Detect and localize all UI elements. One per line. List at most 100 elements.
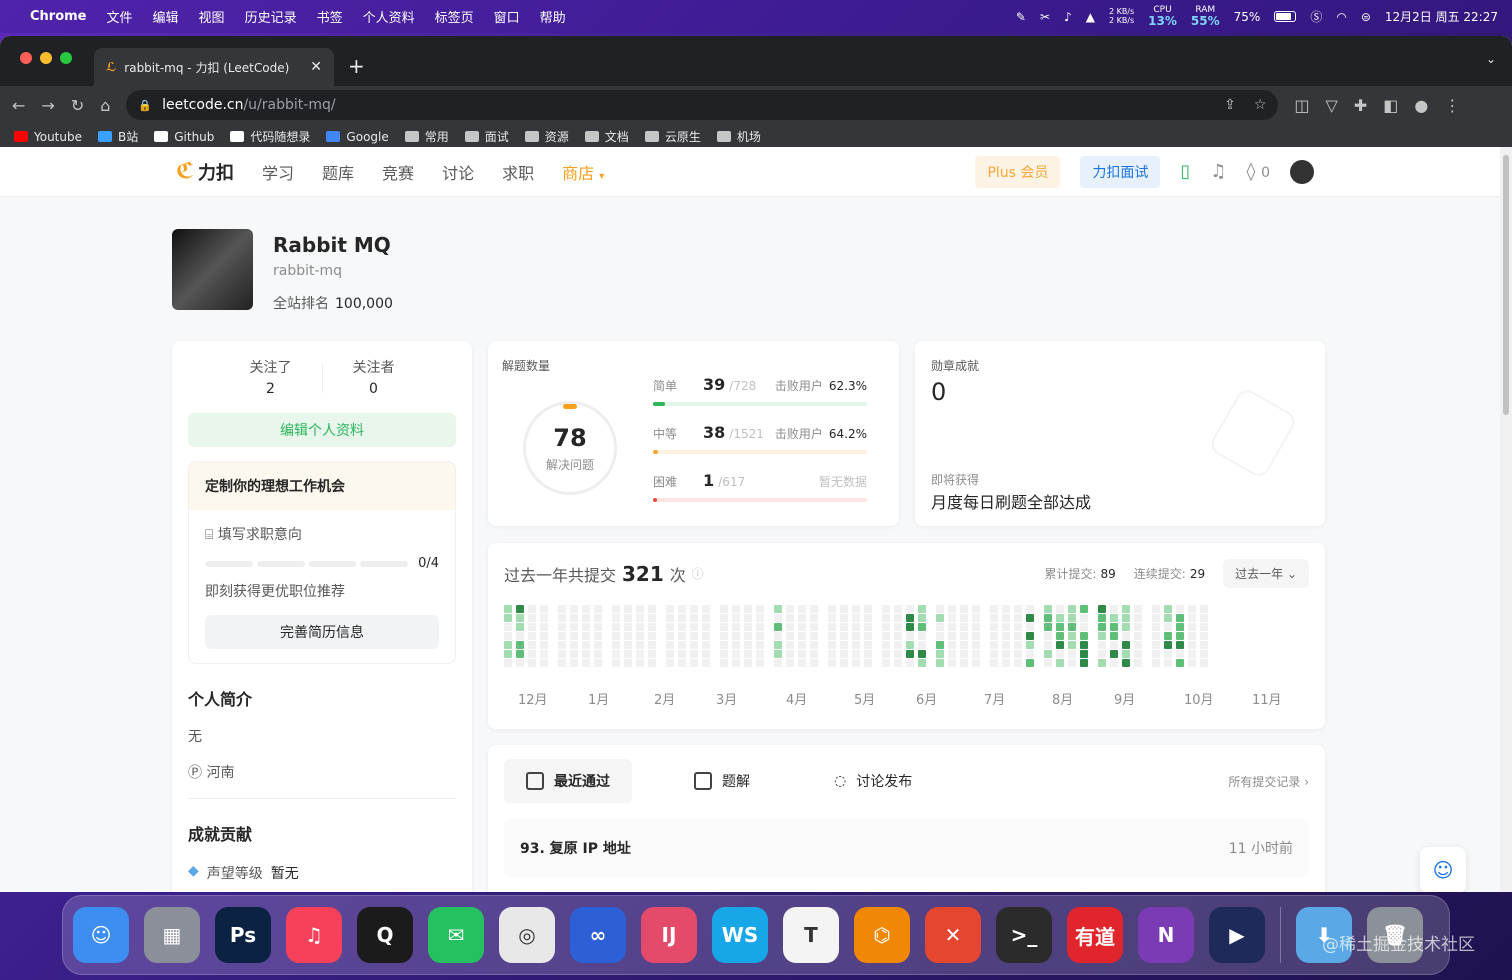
heatmap-cell[interactable] [1110, 650, 1118, 658]
heatmap-cell[interactable] [786, 605, 794, 613]
heatmap-cell[interactable] [972, 659, 980, 667]
heatmap-cell[interactable] [702, 614, 710, 622]
share-icon[interactable]: ⇪ [1224, 97, 1236, 113]
heatmap-cell[interactable] [948, 659, 956, 667]
heatmap-cell[interactable] [918, 614, 926, 622]
typora-icon[interactable]: T [783, 907, 839, 963]
heatmap-cell[interactable] [570, 650, 578, 658]
back-icon[interactable]: ← [12, 96, 25, 115]
heatmap-cell[interactable] [840, 659, 848, 667]
heatmap-cell[interactable] [918, 632, 926, 640]
heatmap-cell[interactable] [936, 632, 944, 640]
heatmap-cell[interactable] [732, 605, 740, 613]
heatmap-cell[interactable] [882, 605, 890, 613]
heatmap-cell[interactable] [906, 623, 914, 631]
heatmap-cell[interactable] [1200, 650, 1208, 658]
nav-learn[interactable]: 学习 [262, 160, 294, 184]
heatmap-cell[interactable] [1080, 605, 1088, 613]
heatmap-cell[interactable] [1080, 641, 1088, 649]
heatmap-cell[interactable] [1188, 614, 1196, 622]
heatmap-cell[interactable] [1056, 623, 1064, 631]
heatmap-cell[interactable] [1014, 614, 1022, 622]
menubar-clock[interactable]: 12月2日 周五 22:27 [1385, 8, 1498, 25]
tab-solutions[interactable]: 题解 [672, 759, 772, 803]
heatmap-cell[interactable] [906, 650, 914, 658]
scissors-icon[interactable]: ✂ [1040, 10, 1050, 24]
heatmap-cell[interactable] [960, 641, 968, 649]
heatmap-cell[interactable] [594, 614, 602, 622]
heatmap-cell[interactable] [960, 623, 968, 631]
heatmap-cell[interactable] [1110, 614, 1118, 622]
heatmap-cell[interactable] [828, 659, 836, 667]
heatmap-cell[interactable] [918, 623, 926, 631]
menubar-app-name[interactable]: Chrome [30, 9, 87, 24]
player-icon[interactable]: ▶ [1209, 907, 1265, 963]
xmind-icon[interactable]: ✕ [925, 907, 981, 963]
heatmap-cell[interactable] [774, 659, 782, 667]
bookmark-7[interactable]: 资源 [524, 128, 569, 145]
heatmap-cell[interactable] [1044, 659, 1052, 667]
nav-discuss[interactable]: 讨论 [442, 160, 474, 184]
heatmap-cell[interactable] [666, 623, 674, 631]
heatmap-cell[interactable] [786, 623, 794, 631]
followers-stat[interactable]: 关注者 0 [353, 357, 395, 399]
heatmap-cell[interactable] [1200, 605, 1208, 613]
lock-icon[interactable]: 🔒 [138, 99, 152, 112]
heatmap-cell[interactable] [1026, 659, 1034, 667]
heatmap-cell[interactable] [1200, 623, 1208, 631]
interview-button[interactable]: 力扣面试 [1080, 155, 1161, 188]
battery-icon[interactable] [1274, 11, 1297, 22]
heatmap-cell[interactable] [1068, 614, 1076, 622]
heatmap-cell[interactable] [864, 632, 872, 640]
heatmap-cell[interactable] [882, 650, 890, 658]
heatmap-cell[interactable] [528, 632, 536, 640]
heatmap-cell[interactable] [1014, 641, 1022, 649]
heatmap-cell[interactable] [1176, 641, 1184, 649]
heatmap-cell[interactable] [1134, 605, 1142, 613]
heatmap-cell[interactable] [558, 605, 566, 613]
heatmap-cell[interactable] [1014, 650, 1022, 658]
heatmap-cell[interactable] [864, 650, 872, 658]
heatmap-cell[interactable] [504, 623, 512, 631]
heatmap-cell[interactable] [558, 632, 566, 640]
heatmap-cell[interactable] [1080, 659, 1088, 667]
heatmap-cell[interactable] [1176, 659, 1184, 667]
heatmap-cell[interactable] [678, 605, 686, 613]
heatmap-cell[interactable] [624, 632, 632, 640]
heatmap-cell[interactable] [810, 614, 818, 622]
heatmap-cell[interactable] [720, 605, 728, 613]
heatmap-cell[interactable] [1056, 605, 1064, 613]
heatmap-cell[interactable] [666, 659, 674, 667]
heatmap-cell[interactable] [864, 605, 872, 613]
bookmark-8[interactable]: 文档 [584, 128, 629, 145]
heatmap-cell[interactable] [1026, 605, 1034, 613]
extensions-puzzle-icon[interactable]: ✚ [1354, 96, 1367, 115]
heatmap-cell[interactable] [594, 632, 602, 640]
heatmap-cell[interactable] [1068, 632, 1076, 640]
heatmap-cell[interactable] [1002, 641, 1010, 649]
heatmap-cell[interactable] [1068, 659, 1076, 667]
heatmap-cell[interactable] [1188, 659, 1196, 667]
heatmap-cell[interactable] [648, 659, 656, 667]
heatmap-cell[interactable] [1068, 605, 1076, 613]
heatmap-cell[interactable] [1122, 605, 1130, 613]
heatmap-cell[interactable] [906, 659, 914, 667]
heatmap-cell[interactable] [504, 614, 512, 622]
heatmap-cell[interactable] [918, 650, 926, 658]
heatmap-cell[interactable] [1200, 659, 1208, 667]
heatmap-cell[interactable] [1176, 623, 1184, 631]
heatmap-cell[interactable] [798, 659, 806, 667]
heatmap-cell[interactable] [516, 659, 524, 667]
heatmap-cell[interactable] [636, 614, 644, 622]
heatmap-cell[interactable] [690, 605, 698, 613]
heatmap-cell[interactable] [720, 650, 728, 658]
heatmap-cell[interactable] [1056, 614, 1064, 622]
finder-icon[interactable]: ☺ [73, 907, 129, 963]
heatmap-cell[interactable] [570, 632, 578, 640]
heatmap-cell[interactable] [972, 650, 980, 658]
heatmap-cell[interactable] [894, 623, 902, 631]
heatmap-cell[interactable] [1002, 614, 1010, 622]
heatmap-cell[interactable] [756, 605, 764, 613]
heatmap-cell[interactable] [1122, 650, 1130, 658]
heatmap-cell[interactable] [1164, 641, 1172, 649]
